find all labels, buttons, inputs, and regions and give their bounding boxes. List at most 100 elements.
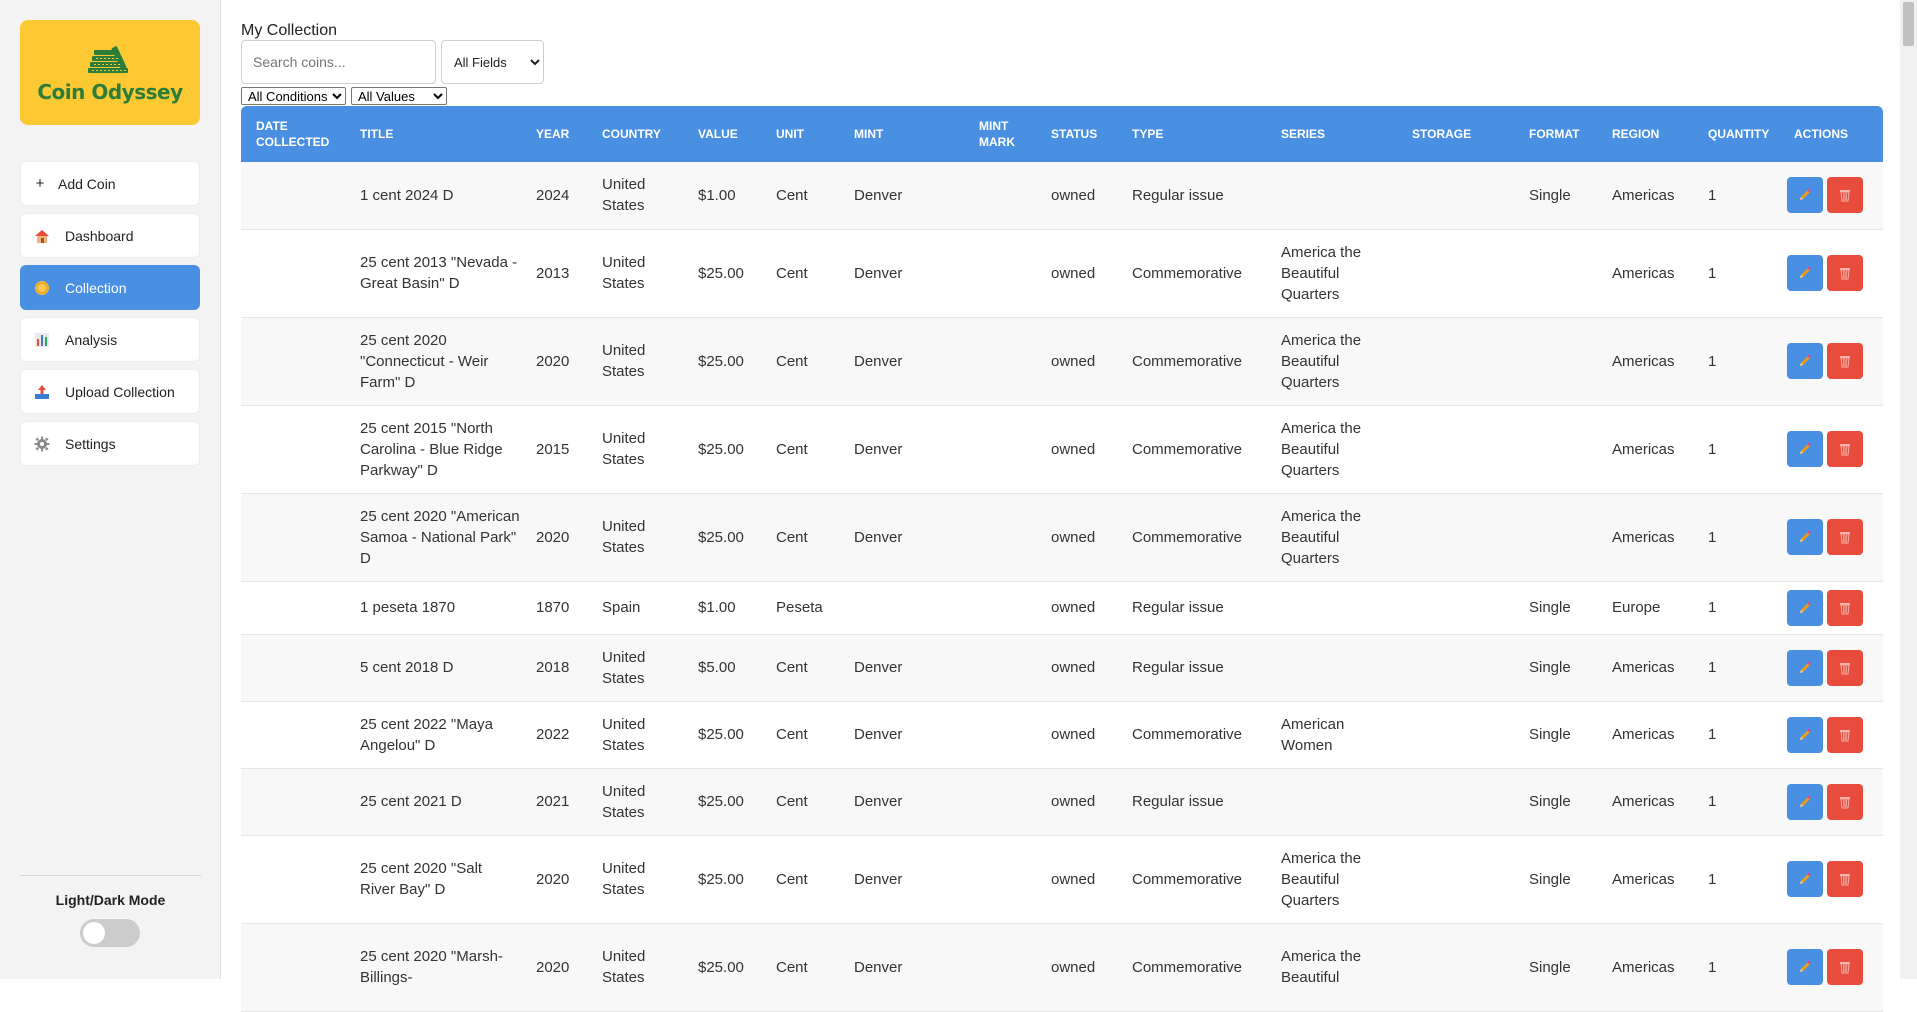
sidebar-item-label: Add Coin bbox=[58, 176, 116, 192]
cell-year: 2021 bbox=[521, 768, 587, 835]
cell-unit: Peseta bbox=[761, 581, 839, 634]
cell-mint bbox=[839, 581, 964, 634]
column-header[interactable]: SERIES bbox=[1266, 106, 1397, 162]
delete-button[interactable] bbox=[1827, 255, 1863, 291]
cell-status: owned bbox=[1036, 701, 1117, 768]
column-header[interactable]: STORAGE bbox=[1397, 106, 1514, 162]
table-row: 25 cent 2013 "Nevada - Great Basin" D201… bbox=[241, 229, 1883, 317]
search-input[interactable] bbox=[241, 40, 436, 84]
cell-actions bbox=[1787, 634, 1883, 701]
sidebar-item-settings[interactable]: Settings bbox=[20, 421, 200, 466]
cell-country: United States bbox=[587, 405, 683, 493]
edit-button[interactable] bbox=[1787, 717, 1823, 753]
column-header[interactable]: VALUE bbox=[683, 106, 761, 162]
cell-actions bbox=[1787, 229, 1883, 317]
sidebar-item-analysis[interactable]: Analysis bbox=[20, 317, 200, 362]
edit-button[interactable] bbox=[1787, 650, 1823, 686]
delete-button[interactable] bbox=[1827, 784, 1863, 820]
cell-storage bbox=[1397, 493, 1514, 581]
cell-status: owned bbox=[1036, 162, 1117, 229]
edit-button[interactable] bbox=[1787, 177, 1823, 213]
cell-quantity: 1 bbox=[1693, 768, 1787, 835]
column-header[interactable]: ACTIONS bbox=[1787, 106, 1883, 162]
column-header[interactable]: YEAR bbox=[521, 106, 587, 162]
cell-type: Commemorative bbox=[1117, 317, 1266, 405]
column-header[interactable]: REGION bbox=[1597, 106, 1693, 162]
edit-button[interactable] bbox=[1787, 431, 1823, 467]
delete-button[interactable] bbox=[1827, 431, 1863, 467]
condition-filter-select[interactable]: All Conditions bbox=[241, 87, 346, 105]
trash-icon bbox=[1838, 354, 1852, 368]
cell-storage bbox=[1397, 229, 1514, 317]
column-header[interactable]: QUANTITY bbox=[1693, 106, 1787, 162]
cell-region: Americas bbox=[1597, 405, 1693, 493]
column-header[interactable]: COUNTRY bbox=[587, 106, 683, 162]
sidebar-item-label: Upload Collection bbox=[65, 384, 175, 400]
delete-button[interactable] bbox=[1827, 177, 1863, 213]
delete-button[interactable] bbox=[1827, 519, 1863, 555]
column-header[interactable]: UNIT bbox=[761, 106, 839, 162]
pencil-icon bbox=[1798, 795, 1812, 809]
cell-date bbox=[241, 162, 345, 229]
cell-mint-mark bbox=[964, 835, 1036, 923]
cell-mint-mark bbox=[964, 162, 1036, 229]
cell-format: Single bbox=[1514, 835, 1597, 923]
column-header[interactable]: MINT bbox=[839, 106, 964, 162]
value-filter-select[interactable]: All Values bbox=[351, 87, 447, 105]
edit-button[interactable] bbox=[1787, 949, 1823, 985]
delete-button[interactable] bbox=[1827, 861, 1863, 897]
column-header[interactable]: MINT MARK bbox=[964, 106, 1036, 162]
app-logo[interactable]: Coin Odyssey bbox=[20, 20, 200, 125]
house-icon bbox=[33, 227, 51, 245]
column-header[interactable]: FORMAT bbox=[1514, 106, 1597, 162]
trash-icon bbox=[1838, 872, 1852, 886]
column-header[interactable]: TITLE bbox=[345, 106, 521, 162]
cell-region: Europe bbox=[1597, 581, 1693, 634]
dark-mode-toggle[interactable] bbox=[80, 919, 140, 947]
scrollbar-thumb[interactable] bbox=[1903, 2, 1914, 46]
table-row: 25 cent 2020 "Salt River Bay" D2020Unite… bbox=[241, 835, 1883, 923]
cell-storage bbox=[1397, 162, 1514, 229]
edit-button[interactable] bbox=[1787, 861, 1823, 897]
cell-value: $25.00 bbox=[683, 493, 761, 581]
sidebar-item-dashboard[interactable]: Dashboard bbox=[20, 213, 200, 258]
cell-status: owned bbox=[1036, 634, 1117, 701]
delete-button[interactable] bbox=[1827, 717, 1863, 753]
delete-button[interactable] bbox=[1827, 343, 1863, 379]
delete-button[interactable] bbox=[1827, 650, 1863, 686]
delete-button[interactable] bbox=[1827, 590, 1863, 626]
cell-value: $1.00 bbox=[683, 581, 761, 634]
cell-date bbox=[241, 923, 345, 1011]
edit-button[interactable] bbox=[1787, 590, 1823, 626]
cell-mint: Denver bbox=[839, 162, 964, 229]
cell-country: United States bbox=[587, 162, 683, 229]
edit-button[interactable] bbox=[1787, 519, 1823, 555]
cell-mint-mark bbox=[964, 768, 1036, 835]
field-filter-select[interactable]: All Fields bbox=[441, 40, 544, 84]
cell-country: Spain bbox=[587, 581, 683, 634]
delete-button[interactable] bbox=[1827, 949, 1863, 985]
cell-title: 25 cent 2020 "American Samoa - National … bbox=[345, 493, 521, 581]
cell-year: 2020 bbox=[521, 317, 587, 405]
column-header[interactable]: DATE COLLECTED bbox=[241, 106, 345, 162]
sidebar-item-add-coin[interactable]: + Add Coin bbox=[20, 161, 200, 206]
edit-button[interactable] bbox=[1787, 784, 1823, 820]
table-row: 25 cent 2021 D2021United States$25.00Cen… bbox=[241, 768, 1883, 835]
cell-type: Regular issue bbox=[1117, 634, 1266, 701]
table-row: 1 peseta 18701870Spain$1.00PesetaownedRe… bbox=[241, 581, 1883, 634]
cell-value: $25.00 bbox=[683, 923, 761, 1011]
cell-actions bbox=[1787, 701, 1883, 768]
edit-button[interactable] bbox=[1787, 343, 1823, 379]
cell-year: 2024 bbox=[521, 162, 587, 229]
cell-value: $25.00 bbox=[683, 835, 761, 923]
sidebar-item-upload-collection[interactable]: Upload Collection bbox=[20, 369, 200, 414]
column-header[interactable]: STATUS bbox=[1036, 106, 1117, 162]
vertical-scrollbar[interactable] bbox=[1900, 0, 1917, 979]
sidebar-item-collection[interactable]: Collection bbox=[20, 265, 200, 310]
edit-button[interactable] bbox=[1787, 255, 1823, 291]
cell-mint-mark bbox=[964, 923, 1036, 1011]
cell-series: America the Beautiful Quarters bbox=[1266, 493, 1397, 581]
cell-value: $25.00 bbox=[683, 768, 761, 835]
collection-table: DATE COLLECTEDTITLEYEARCOUNTRYVALUEUNITM… bbox=[241, 106, 1883, 1012]
column-header[interactable]: TYPE bbox=[1117, 106, 1266, 162]
